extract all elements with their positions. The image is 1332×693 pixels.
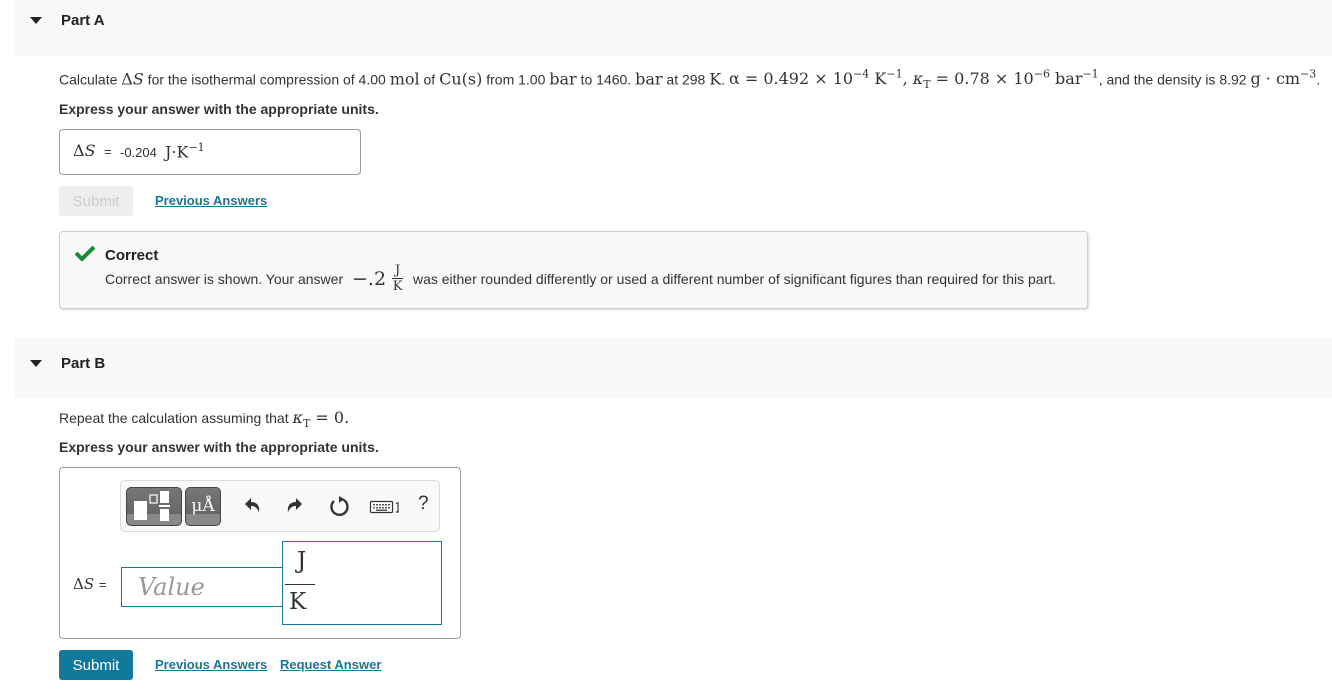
kappa-value: = 0.78 × 10: [930, 69, 1034, 89]
part-a-title: Part A: [61, 12, 105, 29]
kappa-symbol: κ: [292, 408, 303, 427]
unit-mol: mol: [389, 69, 420, 89]
exponent: −3: [1300, 68, 1317, 81]
text: at 298: [662, 71, 710, 88]
kappa-symbol: κ: [912, 69, 924, 89]
delta-s-symbol: ΔS: [121, 69, 144, 89]
unit: bar: [1049, 69, 1083, 89]
exponent: −1: [886, 68, 903, 81]
templates-button[interactable]: [126, 487, 182, 526]
text: to 1460.: [576, 71, 636, 88]
text: Correct answer is shown. Your answer: [105, 270, 347, 287]
reset-icon[interactable]: [328, 495, 350, 517]
text: ,: [902, 69, 913, 89]
keyboard-icon[interactable]: [369, 495, 403, 517]
answer-label: ΔS: [73, 141, 96, 160]
redo-icon[interactable]: [284, 495, 306, 517]
exponent: −6: [1033, 68, 1050, 81]
exponent: −4: [853, 68, 870, 81]
text: .: [721, 71, 729, 88]
part-a-question: Calculate ΔS for the isothermal compress…: [59, 68, 1320, 92]
unit-denominator: K: [289, 589, 307, 615]
kappa-expression: κT = 0.: [292, 408, 350, 430]
request-answer-link[interactable]: Request Answer: [280, 657, 381, 672]
part-a-previous-answers-link[interactable]: Previous Answers: [155, 193, 267, 208]
checkmark-icon: [75, 245, 95, 261]
collapse-caret-icon[interactable]: [30, 17, 42, 24]
fraction-bar: [285, 584, 315, 585]
part-b-answer-editor: μÅ ? ΔS = J K: [59, 467, 461, 639]
part-b-instructions: Express your answer with the appropriate…: [59, 439, 379, 455]
your-answer-value: −.2: [352, 267, 387, 290]
exponent: −1: [188, 141, 205, 154]
part-b-header[interactable]: Part B: [15, 338, 1332, 398]
units-input[interactable]: J K: [282, 541, 442, 625]
your-answer-unit: J K: [392, 263, 404, 294]
text: from 1.00: [482, 71, 550, 88]
unit: g · cm: [1250, 69, 1301, 89]
part-a-submit-button[interactable]: Submit: [59, 186, 133, 216]
part-b-question: Repeat the calculation assuming that κT …: [59, 408, 349, 430]
feedback-panel: Correct Correct answer is shown. Your an…: [59, 231, 1088, 309]
value-input[interactable]: [121, 567, 294, 607]
equals-sign: =: [104, 144, 112, 159]
units-button[interactable]: μÅ: [185, 487, 221, 526]
undo-icon[interactable]: [241, 495, 263, 517]
answer-label: ΔS =: [73, 575, 107, 593]
alpha-value: α = 0.492 × 10: [728, 69, 854, 89]
unit-k: K: [709, 69, 722, 89]
exponent: −1: [1082, 68, 1099, 81]
density-unit: g · cm−3: [1250, 68, 1317, 89]
collapse-caret-icon[interactable]: [30, 360, 42, 367]
text: of: [419, 71, 440, 88]
part-b-submit-button[interactable]: Submit: [59, 650, 133, 680]
subscript: T: [923, 78, 931, 92]
part-a-instructions: Express your answer with the appropriate…: [59, 101, 379, 117]
help-button[interactable]: ?: [418, 493, 429, 515]
text: , and the density is 8.92: [1098, 71, 1251, 88]
part-a-answer-box: ΔS = -0.204 J·K−1: [59, 129, 361, 175]
part-b-title: Part B: [61, 355, 106, 372]
unit-bar: bar: [635, 69, 663, 89]
unit-denominator: K: [392, 279, 403, 294]
part-b-previous-answers-link[interactable]: Previous Answers: [155, 657, 267, 672]
feedback-message: Correct answer is shown. Your answer −.2…: [105, 264, 1056, 293]
text: for the isothermal compression of 4.00: [143, 71, 390, 88]
feedback-title: Correct: [105, 247, 159, 264]
text: was either rounded differently or used a…: [409, 270, 1057, 287]
chem-cu: Cu(s): [439, 69, 483, 89]
text: Repeat the calculation assuming that: [59, 410, 293, 426]
submitted-value: -0.204: [120, 145, 157, 160]
text: .: [1316, 71, 1321, 88]
submitted-unit: J·K−1: [165, 141, 205, 161]
unit: J·K: [165, 142, 189, 162]
math-toolbar: μÅ ?: [120, 480, 440, 532]
text: Calculate: [59, 71, 122, 88]
alpha-expression: α = 0.492 × 10−4 K−1, κT = 0.78 × 10−6 b…: [728, 68, 1099, 92]
unit-numerator: J: [297, 548, 307, 574]
part-a-header[interactable]: Part A: [15, 0, 1332, 56]
templates-icon: [134, 491, 170, 521]
unit: K: [869, 69, 887, 89]
unit-bar: bar: [549, 69, 577, 89]
unit-numerator: J: [394, 263, 401, 278]
kappa-value: = 0.: [310, 408, 350, 427]
equals-sign: =: [98, 577, 107, 592]
